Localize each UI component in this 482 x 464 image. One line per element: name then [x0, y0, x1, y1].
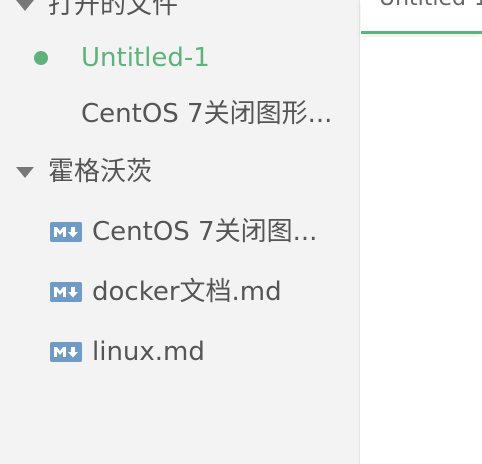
- caret-down-icon[interactable]: [16, 167, 34, 178]
- open-files-section-header[interactable]: 打开的文件: [0, 0, 359, 28]
- open-files-section-label: 打开的文件: [48, 0, 179, 20]
- open-file-centos[interactable]: CentOS 7关闭图形...: [0, 91, 359, 137]
- file-item-linux[interactable]: linux.md: [0, 329, 359, 375]
- editor-area[interactable]: [361, 37, 482, 464]
- markdown-icon: [50, 282, 82, 302]
- tab-untitled-1[interactable]: Untitled-1: [361, 0, 482, 34]
- folder-header[interactable]: 霍格沃茨: [0, 149, 359, 195]
- file-item-docker[interactable]: docker文档.md: [0, 269, 359, 315]
- tab-label: Untitled-1: [379, 0, 482, 14]
- folder-label: 霍格沃茨: [48, 157, 153, 187]
- open-file-untitled-1[interactable]: Untitled-1: [0, 35, 359, 81]
- unsaved-dot-icon: [34, 51, 48, 65]
- editor-window: 打开的文件 Untitled-1 CentOS 7关闭图形... 霍格沃茨 Ce…: [0, 0, 482, 464]
- file-label: CentOS 7关闭图...: [92, 217, 318, 247]
- caret-down-icon[interactable]: [16, 0, 34, 11]
- open-file-label: CentOS 7关闭图形...: [81, 99, 333, 129]
- file-item-centos[interactable]: CentOS 7关闭图...: [0, 209, 359, 255]
- file-label: linux.md: [92, 337, 205, 367]
- markdown-icon: [50, 342, 82, 362]
- open-file-label: Untitled-1: [81, 43, 210, 73]
- tab-bar: Untitled-1: [361, 0, 482, 34]
- markdown-icon: [50, 222, 82, 242]
- file-label: docker文档.md: [92, 277, 282, 307]
- sidebar: 打开的文件 Untitled-1 CentOS 7关闭图形... 霍格沃茨 Ce…: [0, 0, 360, 464]
